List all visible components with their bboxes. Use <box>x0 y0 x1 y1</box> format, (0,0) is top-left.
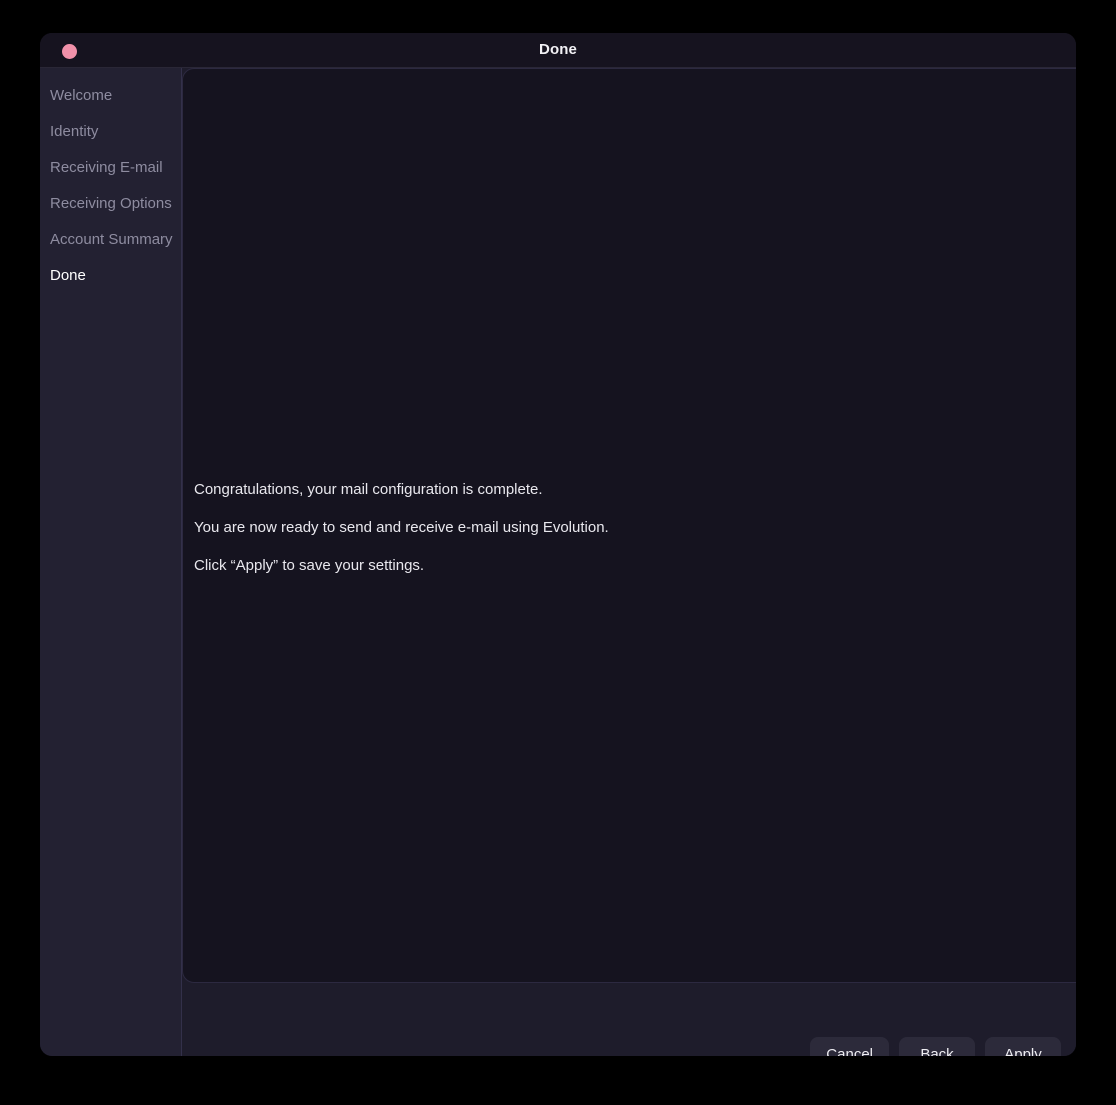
sidebar-item-identity[interactable]: Identity <box>40 114 181 150</box>
dialog-action-bar: Cancel Back Apply <box>182 983 1076 1056</box>
sidebar-item-account-summary[interactable]: Account Summary <box>40 222 181 258</box>
done-line-apply-hint: Click “Apply” to save your settings. <box>194 557 425 574</box>
window-body: Welcome Identity Receiving E-mail Receiv… <box>40 68 1076 1056</box>
assistant-steps-sidebar: Welcome Identity Receiving E-mail Receiv… <box>40 68 182 1056</box>
mail-config-assistant-window: Done Welcome Identity Receiving E-mail R… <box>40 33 1076 1056</box>
window-title: Done <box>539 41 577 58</box>
sidebar-item-welcome[interactable]: Welcome <box>40 78 181 114</box>
done-line-ready: You are now ready to send and receive e-… <box>194 519 609 536</box>
done-line-congratulations: Congratulations, your mail configuration… <box>194 481 543 498</box>
cancel-button[interactable]: Cancel <box>810 1037 889 1056</box>
apply-button[interactable]: Apply <box>985 1037 1061 1056</box>
done-page-panel: Congratulations, your mail configuration… <box>182 68 1076 983</box>
sidebar-item-receiving-options[interactable]: Receiving Options <box>40 186 181 222</box>
window-titlebar: Done <box>40 33 1076 68</box>
back-button[interactable]: Back <box>899 1037 975 1056</box>
sidebar-item-receiving-email[interactable]: Receiving E-mail <box>40 150 181 186</box>
sidebar-item-done[interactable]: Done <box>40 258 181 294</box>
dialog-button-row: Cancel Back Apply <box>810 1037 1061 1056</box>
content-column: Congratulations, your mail configuration… <box>182 68 1076 1056</box>
done-message-block: Congratulations, your mail configuration… <box>194 479 1076 576</box>
